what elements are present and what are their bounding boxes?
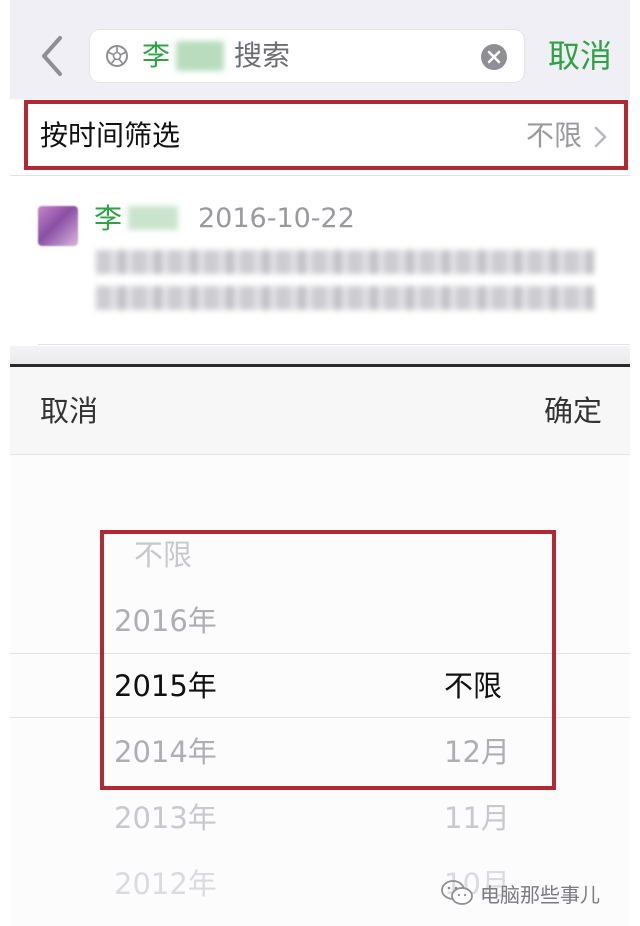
blurred-message-line [96,250,594,274]
search-input[interactable]: 李 搜索 [90,30,524,82]
selection-line-top [10,653,630,654]
month-option-selected[interactable]: 不限 [444,668,502,704]
screen: 李 搜索 取消 按时间筛选 不限 李 2016-10-22 取消 确定 不限 2… [10,0,630,926]
month-option[interactable]: 12月 [444,734,510,770]
picker-cancel-button[interactable]: 取消 [40,391,98,431]
selection-line-bottom [10,717,630,718]
watermark-text: 电脑那些事儿 [480,882,600,907]
year-option[interactable]: 不限 [134,537,192,573]
date-picker[interactable]: 不限 2016年 2015年 2014年 2013年 2012年 不限 12月 … [10,455,630,926]
clear-icon[interactable] [480,43,508,71]
divider [38,344,630,345]
blurred-name [176,41,224,71]
time-filter-label: 按时间筛选 [40,119,181,152]
year-option[interactable]: 2016年 [114,603,217,639]
blurred-message-line [96,286,594,310]
time-filter-value: 不限 [525,119,582,152]
time-filter-row[interactable]: 按时间筛选 不限 [10,99,630,176]
search-query-name: 李 [142,39,171,72]
year-option[interactable]: 2012年 [114,866,217,902]
chevron-right-icon [594,126,607,148]
search-header: 李 搜索 取消 [10,0,630,100]
back-arrow-icon[interactable] [38,34,68,78]
year-option-selected[interactable]: 2015年 [114,668,217,704]
moments-icon [106,45,128,67]
search-query-suffix: 搜索 [234,39,291,72]
wechat-icon [441,880,473,905]
picker-toolbar: 取消 确定 [10,367,630,455]
avatar [38,206,78,246]
search-cancel-button[interactable]: 取消 [548,34,612,78]
year-option[interactable]: 2013年 [114,800,217,836]
message-result[interactable]: 李 2016-10-22 [10,176,630,346]
year-option[interactable]: 2014年 [114,734,217,770]
message-date: 2016-10-22 [198,203,355,234]
month-option[interactable]: 11月 [444,800,510,836]
picker-confirm-button[interactable]: 确定 [544,391,602,431]
sender-name: 李 [94,202,123,235]
blurred-sender [128,206,178,230]
sheet-overlay [10,346,630,366]
watermark: 电脑那些事儿 [440,876,600,910]
